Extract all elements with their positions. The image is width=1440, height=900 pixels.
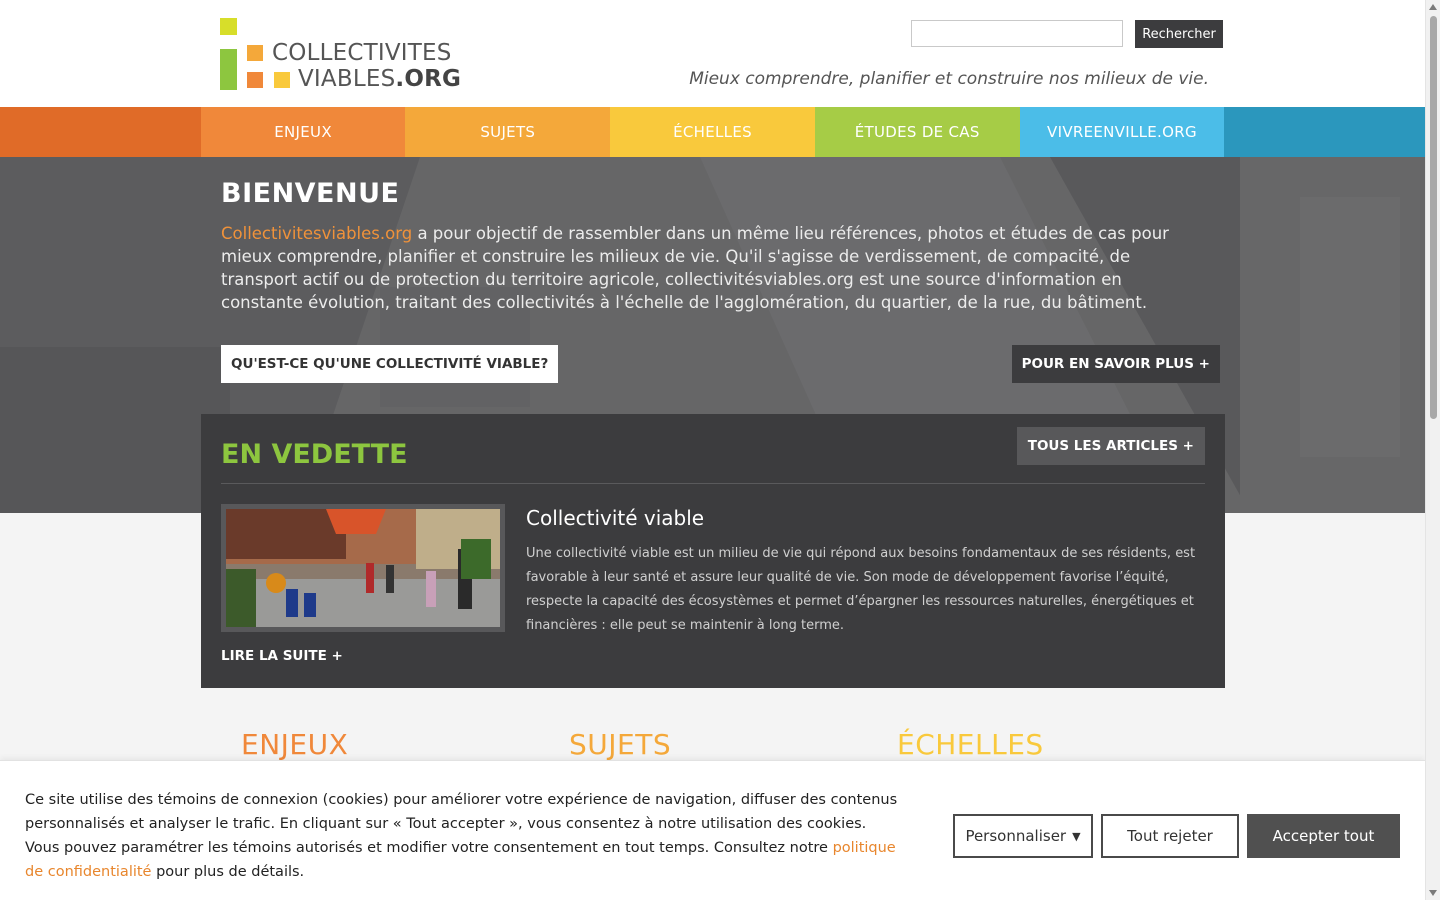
scroll-down-arrow-icon[interactable] xyxy=(1429,890,1437,896)
logo-square-icon xyxy=(247,72,263,88)
nav-item-enjeux[interactable]: ENJEUX xyxy=(200,107,406,157)
all-articles-button[interactable]: TOUS LES ARTICLES + xyxy=(1016,427,1205,465)
featured-title: EN VEDETTE xyxy=(221,439,408,470)
scrollbar-thumb[interactable] xyxy=(1430,16,1437,419)
nav-item-etudes-de-cas[interactable]: ÉTUDES DE CAS xyxy=(814,107,1020,157)
site-logo[interactable]: COLLECTIVITES VIABLES.ORG xyxy=(219,18,469,92)
section-heading-echelles[interactable]: ÉCHELLES xyxy=(897,728,1044,761)
section-heading-sujets[interactable]: SUJETS xyxy=(569,728,671,761)
hero-title: BIENVENUE xyxy=(221,178,400,209)
hero-description: Collectivitesviables.org a pour objectif… xyxy=(221,222,1206,314)
site-tagline: Mieux comprendre, planifier et construir… xyxy=(689,69,1209,89)
featured-article-title[interactable]: Collectivité viable xyxy=(526,506,704,530)
what-is-viable-button[interactable]: QU'EST-CE QU'UNE COLLECTIVITÉ VIABLE? xyxy=(221,345,559,383)
customize-label: Personnaliser xyxy=(965,827,1067,845)
main-nav: ENJEUX SUJETS ÉCHELLES ÉTUDES DE CAS VIV… xyxy=(0,107,1426,157)
nav-item-echelles[interactable]: ÉCHELLES xyxy=(610,107,815,157)
cookie-text-end: pour plus de détails. xyxy=(151,864,305,880)
cookie-text-main: Ce site utilise des témoins de connexion… xyxy=(25,792,898,856)
featured-image[interactable] xyxy=(221,504,505,632)
logo-wordmark: COLLECTIVITES VIABLES.ORG xyxy=(272,40,461,92)
logo-bar-icon xyxy=(220,49,237,90)
featured-article-excerpt: Une collectivité viable est un milieu de… xyxy=(526,546,1196,633)
page-scrollbar[interactable] xyxy=(1425,0,1440,900)
street-photo xyxy=(226,509,500,627)
customize-cookies-button[interactable]: Personnaliser ▼ xyxy=(953,814,1093,858)
read-more-link[interactable]: LIRE LA SUITE + xyxy=(221,648,343,664)
cookie-message: Ce site utilise des témoins de connexion… xyxy=(25,788,905,884)
scroll-up-arrow-icon[interactable] xyxy=(1429,4,1437,10)
learn-more-button[interactable]: POUR EN SAVOIR PLUS + xyxy=(1011,345,1220,383)
nav-edge-right xyxy=(1224,107,1426,157)
logo-square-icon xyxy=(247,45,263,61)
reject-all-button[interactable]: Tout rejeter xyxy=(1101,814,1239,858)
hero-site-link[interactable]: Collectivitesviables.org xyxy=(221,224,412,243)
cookie-banner: Ce site utilise des témoins de connexion… xyxy=(0,760,1425,900)
search-button[interactable]: Rechercher xyxy=(1135,20,1223,48)
search-input[interactable] xyxy=(911,20,1123,47)
logo-line-2b: .ORG xyxy=(395,66,462,92)
nav-item-vivreenville[interactable]: VIVREENVILLE.ORG xyxy=(1019,107,1225,157)
logo-line-1: COLLECTIVITES xyxy=(272,40,452,66)
nav-edge-left xyxy=(0,107,201,157)
featured-section: EN VEDETTE TOUS LES ARTICLES + Collectiv… xyxy=(201,414,1225,688)
caret-down-icon: ▼ xyxy=(1072,829,1081,843)
site-header: COLLECTIVITES VIABLES.ORG Rechercher Mie… xyxy=(0,0,1425,107)
logo-line-2a: VIABLES xyxy=(298,66,396,92)
accept-all-button[interactable]: Accepter tout xyxy=(1247,814,1400,858)
logo-square-icon xyxy=(220,18,237,35)
nav-item-sujets[interactable]: SUJETS xyxy=(405,107,611,157)
featured-divider xyxy=(221,483,1205,484)
section-heading-enjeux[interactable]: ENJEUX xyxy=(241,728,348,761)
